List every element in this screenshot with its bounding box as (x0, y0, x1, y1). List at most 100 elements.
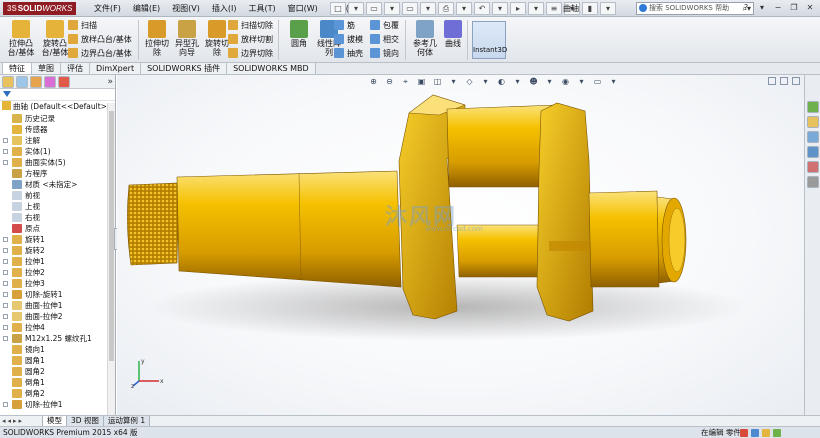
menu-item[interactable]: 视图(V) (166, 2, 206, 15)
view-toolbar-button[interactable]: ▾ (511, 76, 524, 87)
quick-access-button[interactable]: ▸ (510, 2, 526, 15)
property-manager-tab-icon[interactable] (16, 76, 28, 88)
expand-icon[interactable] (3, 325, 8, 330)
quick-access-button[interactable]: □ (330, 2, 346, 15)
tree-item[interactable]: 倒角2 (0, 388, 115, 399)
expand-icon[interactable] (3, 270, 8, 275)
menu-item[interactable]: 文件(F) (88, 2, 127, 15)
expand-icon[interactable] (3, 248, 8, 253)
view-toolbar-button[interactable]: ☻ (527, 76, 540, 87)
tree-item[interactable]: 传感器 (0, 124, 115, 135)
revolve-boss-button[interactable]: 旋转凸 台/基体 (38, 20, 72, 57)
graphics-area[interactable]: ⊕ ⊖ ⌖ ▣ ◫ ▾ ◇ ▾ ◐ ▾ ☻ ▾ ◉ ▾ ▭ ▾ 沐风网 www.mfcad.com y x z (117, 75, 804, 415)
design-library-icon[interactable] (806, 116, 819, 128)
tree-item[interactable]: M12x1.25 螺纹孔1 (0, 333, 115, 344)
quick-access-button[interactable]: ▾ (528, 2, 544, 15)
tree-root[interactable]: 曲轴 (Default<<Default>_ (0, 101, 115, 113)
help-icon[interactable] (762, 429, 770, 437)
tree-item[interactable]: 拉伸3 (0, 278, 115, 289)
quick-access-button[interactable]: ▾ (384, 2, 400, 15)
quick-access-button[interactable]: ▭ (402, 2, 418, 15)
quick-tips-icon[interactable] (773, 429, 781, 437)
display-manager-tab-icon[interactable] (58, 76, 70, 88)
intersect-button[interactable]: 相交 (370, 34, 399, 46)
help-icon[interactable]: ? (739, 2, 753, 14)
expand-icon[interactable] (3, 402, 8, 407)
tree-scrollbar[interactable] (107, 103, 115, 415)
quick-access-button[interactable]: ▾ (420, 2, 436, 15)
filter-icon[interactable] (3, 91, 11, 97)
quick-access-button[interactable]: ▭ (366, 2, 382, 15)
view-toolbar-button[interactable]: ▣ (415, 76, 428, 87)
tree-item[interactable]: 曲面实体(5) (0, 157, 115, 168)
feature-manager-tab-icon[interactable] (2, 76, 14, 88)
tree-item[interactable]: 圆角2 (0, 366, 115, 377)
view-toolbar-button[interactable]: ⊕ (367, 76, 380, 87)
boundary-boss-button[interactable]: 边界凸台/基体 (68, 48, 132, 60)
expand-icon[interactable] (3, 160, 8, 165)
tab-3[interactable]: DimXpert (89, 63, 142, 75)
view-toolbar-button[interactable]: ▾ (543, 76, 556, 87)
menu-item[interactable]: 编辑(E) (127, 2, 166, 15)
tree-item[interactable]: 倒角1 (0, 377, 115, 388)
tab-nav-arrow-icon[interactable]: ▸ (13, 416, 17, 426)
view-toolbar-button[interactable]: ▾ (575, 76, 588, 87)
tab-5[interactable]: SOLIDWORKS MBD (226, 63, 316, 75)
tab-nav-arrow-icon[interactable]: ◂ (8, 416, 12, 426)
view-toolbar-button[interactable]: ◫ (431, 76, 444, 87)
search-input[interactable]: 搜索 SOLIDWORKS 帮助 ⌕▾ (636, 2, 754, 15)
tree-item[interactable]: 原点 (0, 223, 115, 234)
expand-icon[interactable] (3, 314, 8, 319)
curves-button[interactable]: 曲线 (436, 20, 470, 48)
menu-item[interactable]: 窗口(W) (282, 2, 324, 15)
viewport-restore-icon[interactable] (780, 77, 788, 85)
fillet-button[interactable]: 圆角 (282, 20, 316, 48)
quick-access-button[interactable]: ▾ (492, 2, 508, 15)
tree-item[interactable]: 材质 <未指定> (0, 179, 115, 190)
tree-item[interactable]: 切除-拉伸1 (0, 399, 115, 410)
custom-properties-icon[interactable] (806, 176, 819, 188)
shell-button[interactable]: 抽壳 (334, 48, 363, 60)
restore-icon[interactable]: ❐ (787, 2, 801, 14)
tab-0[interactable]: 特征 (2, 63, 32, 75)
tab-nav-arrow-icon[interactable]: ▸ (19, 416, 23, 426)
dimxpert-manager-tab-icon[interactable] (44, 76, 56, 88)
view-toolbar-button[interactable]: ◇ (463, 76, 476, 87)
draft-button[interactable]: 拔模 (334, 34, 363, 46)
quick-access-button[interactable]: ⎙ (438, 2, 454, 15)
tab-4[interactable]: SOLIDWORKS 插件 (140, 63, 228, 75)
extrude-cut-button[interactable]: 拉伸切 除 (140, 20, 174, 57)
quick-access-button[interactable]: ▾ (600, 2, 616, 15)
crankshaft-model[interactable] (117, 75, 804, 415)
tree-item[interactable]: 拉伸4 (0, 322, 115, 333)
close-icon[interactable]: ✕ (803, 2, 817, 14)
boundary-cut-button[interactable]: 边界切除 (228, 48, 273, 60)
tab-1[interactable]: 草图 (31, 63, 61, 75)
wrap-button[interactable]: 包覆 (370, 20, 399, 32)
units-icon[interactable] (751, 429, 759, 437)
tree-item[interactable]: 实体(1) (0, 146, 115, 157)
tree-item[interactable]: 注解 (0, 135, 115, 146)
tree-item[interactable]: 圆角1 (0, 355, 115, 366)
expand-icon[interactable] (3, 292, 8, 297)
view-toolbar-button[interactable]: ▾ (479, 76, 492, 87)
expand-icon[interactable] (3, 138, 8, 143)
hole-wizard-button[interactable]: 异型孔 向导 (170, 20, 204, 57)
mirror-button[interactable]: 镜向 (370, 48, 399, 60)
dropdown-icon[interactable]: ▾ (755, 2, 769, 14)
solidworks-resources-icon[interactable] (806, 101, 819, 113)
tree-item[interactable]: 前视 (0, 190, 115, 201)
tree-item[interactable]: 旋转2 (0, 245, 115, 256)
lofted-cut-button[interactable]: 放样切割 (228, 34, 273, 46)
search-scope-icon[interactable] (639, 4, 647, 12)
menu-item[interactable]: 工具(T) (242, 2, 281, 15)
viewport-minimize-icon[interactable] (768, 77, 776, 85)
tree-item[interactable]: 旋转1 (0, 234, 115, 245)
view-toolbar-button[interactable]: ◐ (495, 76, 508, 87)
quick-access-button[interactable]: ▾ (456, 2, 472, 15)
instant3d-button[interactable]: Instant3D (472, 21, 507, 59)
configuration-manager-tab-icon[interactable] (30, 76, 42, 88)
rebuild-icon[interactable] (740, 429, 748, 437)
extrude-boss-button[interactable]: 拉伸凸 台/基体 (4, 20, 38, 57)
expand-icon[interactable] (3, 149, 8, 154)
